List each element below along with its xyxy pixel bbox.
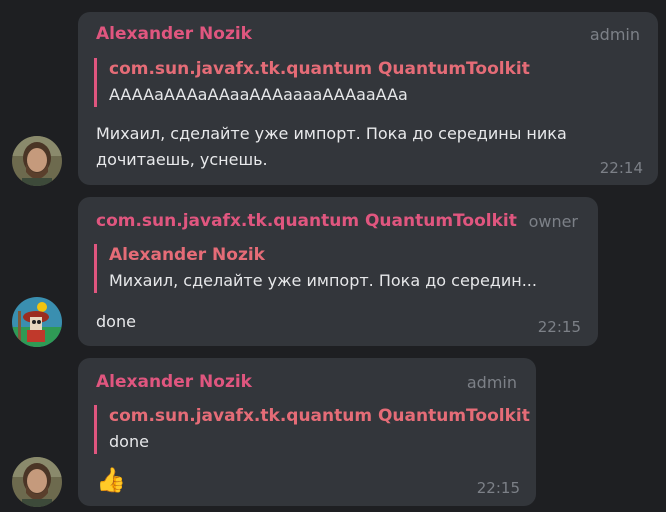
- thumbs-up-emoji: 👍: [96, 466, 126, 494]
- message-bubble[interactable]: com.sun.javafx.tk.quantum QuantumToolkit…: [78, 197, 598, 346]
- role-badge: admin: [589, 25, 640, 44]
- reply-preview[interactable]: com.sun.javafx.tk.quantum QuantumToolkit…: [94, 58, 530, 107]
- reply-preview[interactable]: Alexander Nozik Михаил, сделайте уже имп…: [94, 244, 537, 293]
- role-badge: admin: [466, 373, 517, 392]
- reply-author: com.sun.javafx.tk.quantum QuantumToolkit: [109, 406, 530, 426]
- user-avatar[interactable]: [12, 136, 62, 186]
- reply-author: Alexander Nozik: [109, 245, 265, 265]
- chat-history: Alexander Nozik admin com.sun.javafx.tk.…: [0, 0, 666, 512]
- reply-text: AAAAaAAAaAAaaAAAaaaaAAAaaAAa: [109, 85, 408, 104]
- sender-name[interactable]: com.sun.javafx.tk.quantum QuantumToolkit: [96, 211, 517, 231]
- sender-name[interactable]: Alexander Nozik: [96, 24, 252, 44]
- reply-author: com.sun.javafx.tk.quantum QuantumToolkit: [109, 59, 530, 79]
- message-time: 22:14: [599, 159, 643, 177]
- sender-name[interactable]: Alexander Nozik: [96, 372, 252, 392]
- reply-text: done: [109, 432, 149, 451]
- message-time: 22:15: [537, 318, 581, 336]
- user-avatar[interactable]: [12, 297, 62, 347]
- message-text: Михаил, сделайте уже импорт. Пока до сер…: [96, 124, 567, 169]
- user-avatar[interactable]: [12, 457, 62, 507]
- message-bubble[interactable]: Alexander Nozik admin com.sun.javafx.tk.…: [78, 358, 536, 506]
- role-badge: owner: [528, 212, 578, 231]
- message-text: done: [96, 312, 136, 331]
- message-bubble[interactable]: Alexander Nozik admin com.sun.javafx.tk.…: [78, 12, 658, 185]
- reply-text: Михаил, сделайте уже импорт. Пока до сер…: [109, 271, 537, 290]
- message-time: 22:15: [476, 479, 520, 497]
- reply-preview[interactable]: com.sun.javafx.tk.quantum QuantumToolkit…: [94, 405, 530, 454]
